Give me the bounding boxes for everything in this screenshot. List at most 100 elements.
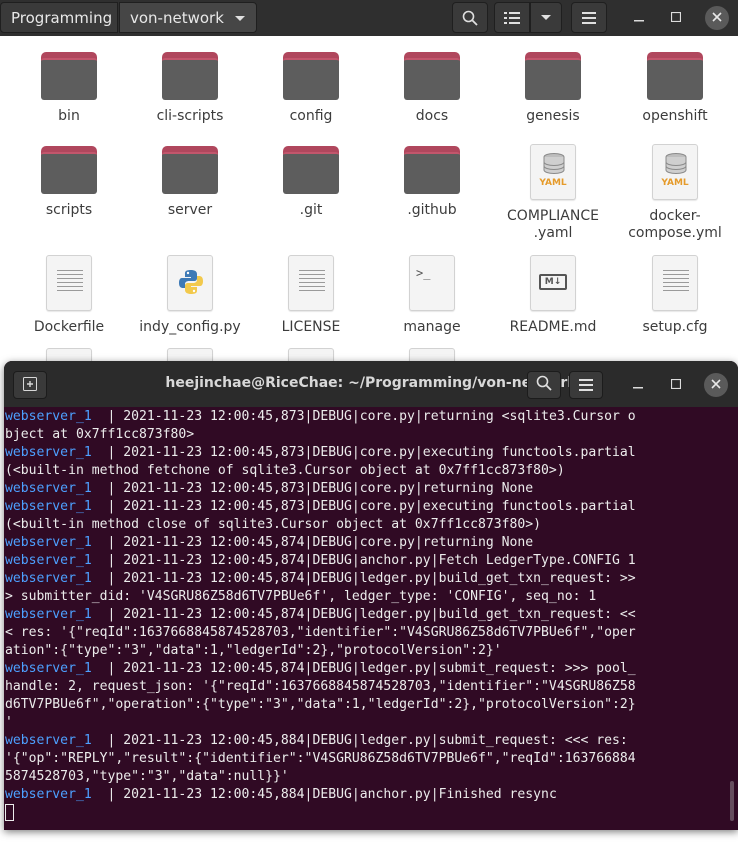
item-label: docs (415, 108, 449, 124)
log-text: < res: '{"reqId":1637668845874528703,"id… (5, 625, 636, 640)
terminal-close-button[interactable] (704, 373, 728, 397)
menu-button[interactable] (571, 2, 607, 33)
item-label: scripts (45, 202, 93, 218)
terminal-prompt-line[interactable] (5, 804, 738, 822)
log-source: webserver_1 (5, 787, 108, 802)
item-label: genesis (526, 108, 580, 124)
folder-item[interactable]: cli-scripts (132, 52, 248, 125)
file-item[interactable]: >_ manage (374, 255, 490, 336)
terminal-line: '{"op":"REPLY","result":{"identifier":"V… (5, 750, 738, 768)
item-label: server (167, 202, 213, 218)
terminal-line: > submitter_did: 'V4SGRU86Z58d6TV7PBUe6f… (5, 588, 738, 606)
file-item[interactable]: M↓ README.md (495, 255, 611, 336)
hamburger-icon (579, 376, 593, 395)
terminal-minimize-button[interactable] (626, 373, 650, 397)
item-label: Dockerfile (33, 319, 105, 335)
terminal-line: ' (5, 714, 738, 732)
terminal-line: webserver_1 | 2021-11-23 12:00:45,873|DE… (5, 480, 738, 498)
maximize-icon (670, 10, 682, 26)
item-label: bin (58, 108, 80, 124)
search-icon (462, 10, 478, 26)
folder-icon (404, 52, 460, 100)
log-text: d6TV7PBUe6f","operation":{"type":"3","da… (5, 697, 636, 712)
log-source: webserver_1 (5, 661, 108, 676)
terminal-header: heejinchae@RiceChae: ~/Programming/von-n… (4, 361, 738, 407)
log-source: webserver_1 (5, 445, 108, 460)
terminal-line: webserver_1 | 2021-11-23 12:00:45,874|DE… (5, 534, 738, 552)
search-icon (536, 375, 552, 395)
folder-item[interactable]: server (132, 146, 248, 219)
item-label: openshift (642, 108, 708, 124)
item-label: cli-scripts (156, 108, 224, 124)
log-source: webserver_1 (5, 409, 108, 424)
yaml-file-icon: YAML (530, 144, 576, 200)
folder-icon (283, 146, 339, 194)
terminal-line: handle: 2, request_json: '{"reqId":16376… (5, 678, 738, 696)
python-file-icon (167, 255, 213, 311)
folder-item[interactable]: config (253, 52, 369, 125)
terminal-search-button[interactable] (527, 371, 561, 399)
log-source: webserver_1 (5, 553, 108, 568)
folder-item[interactable]: .github (374, 146, 490, 219)
terminal-menu-button[interactable] (569, 371, 603, 399)
search-button[interactable] (452, 2, 488, 33)
folder-item[interactable]: bin (11, 52, 127, 125)
log-text: (<built-in method close of sqlite3.Curso… (5, 517, 542, 532)
view-list-button[interactable] (494, 2, 530, 33)
log-text: | 2021-11-23 12:00:45,874|DEBUG|ledger.p… (107, 607, 636, 622)
log-text: (<built-in method fetchone of sqlite3.Cu… (5, 463, 565, 478)
minimize-icon (634, 10, 644, 26)
folder-item[interactable]: genesis (495, 52, 611, 125)
hamburger-icon (582, 11, 596, 24)
breadcrumb-von-network[interactable]: von-network (119, 2, 257, 33)
text-file-icon (652, 255, 698, 311)
close-button[interactable] (705, 6, 729, 30)
file-manager-header: Programming von-network (0, 0, 738, 36)
log-source: webserver_1 (5, 481, 108, 496)
log-text: > submitter_did: 'V4SGRU86Z58d6TV7PBUe6f… (5, 589, 597, 604)
file-item[interactable]: setup.cfg (617, 255, 733, 336)
terminal-window[interactable]: heejinchae@RiceChae: ~/Programming/von-n… (4, 361, 738, 830)
item-label: manage (403, 319, 461, 335)
yaml-badge: YAML (661, 178, 689, 188)
terminal-line: webserver_1 | 2021-11-23 12:00:45,884|DE… (5, 732, 738, 750)
folder-icon (283, 52, 339, 100)
view-options-button[interactable] (530, 2, 562, 33)
folder-item[interactable]: docs (374, 52, 490, 125)
chevron-down-icon[interactable] (234, 9, 246, 27)
log-text: | 2021-11-23 12:00:45,873|DEBUG|core.py|… (107, 499, 636, 514)
folder-item[interactable]: scripts (11, 146, 127, 219)
file-item[interactable]: YAML docker- compose.yml (617, 144, 733, 242)
item-label: indy_config.py (139, 319, 241, 335)
maximize-icon (670, 377, 682, 393)
log-text: | 2021-11-23 12:00:45,874|DEBUG|ledger.p… (107, 571, 636, 586)
file-item[interactable]: indy_config.py (132, 255, 248, 336)
terminal-line: webserver_1 | 2021-11-23 12:00:45,874|DE… (5, 552, 738, 570)
terminal-line: webserver_1 | 2021-11-23 12:00:45,873|DE… (5, 498, 738, 516)
maximize-button[interactable] (664, 6, 688, 30)
breadcrumb-programming[interactable]: Programming (0, 2, 118, 33)
file-item[interactable]: YAML COMPLIANCE .yaml (495, 144, 611, 242)
yaml-file-icon: YAML (652, 144, 698, 200)
list-view-icon (504, 11, 520, 25)
minimize-button[interactable] (627, 6, 651, 30)
terminal-line: webserver_1 | 2021-11-23 12:00:45,874|DE… (5, 606, 738, 624)
file-item[interactable]: Dockerfile (11, 255, 127, 336)
file-item[interactable]: LICENSE (253, 255, 369, 336)
terminal-line: webserver_1 | 2021-11-23 12:00:45,873|DE… (5, 444, 738, 462)
item-label: README.md (509, 319, 597, 335)
terminal-scrollbar[interactable] (730, 781, 734, 821)
terminal-output[interactable]: webserver_1 | 2021-11-23 12:00:45,873|DE… (5, 408, 738, 822)
folder-item[interactable]: .git (253, 146, 369, 219)
log-source: webserver_1 (5, 499, 108, 514)
log-text: | 2021-11-23 12:00:45,884|DEBUG|anchor.p… (107, 787, 557, 802)
log-text: ation":{"type":"3","data":1,"ledgerId":2… (5, 643, 502, 658)
log-text: | 2021-11-23 12:00:45,874|DEBUG|ledger.p… (107, 661, 636, 676)
folder-item[interactable]: openshift (617, 52, 733, 125)
text-file-icon (288, 255, 334, 311)
log-source: webserver_1 (5, 607, 108, 622)
terminal-maximize-button[interactable] (664, 373, 688, 397)
script-file-icon: >_ (409, 255, 455, 311)
terminal-line: (<built-in method close of sqlite3.Curso… (5, 516, 738, 534)
log-text: | 2021-11-23 12:00:45,874|DEBUG|core.py|… (107, 535, 534, 550)
